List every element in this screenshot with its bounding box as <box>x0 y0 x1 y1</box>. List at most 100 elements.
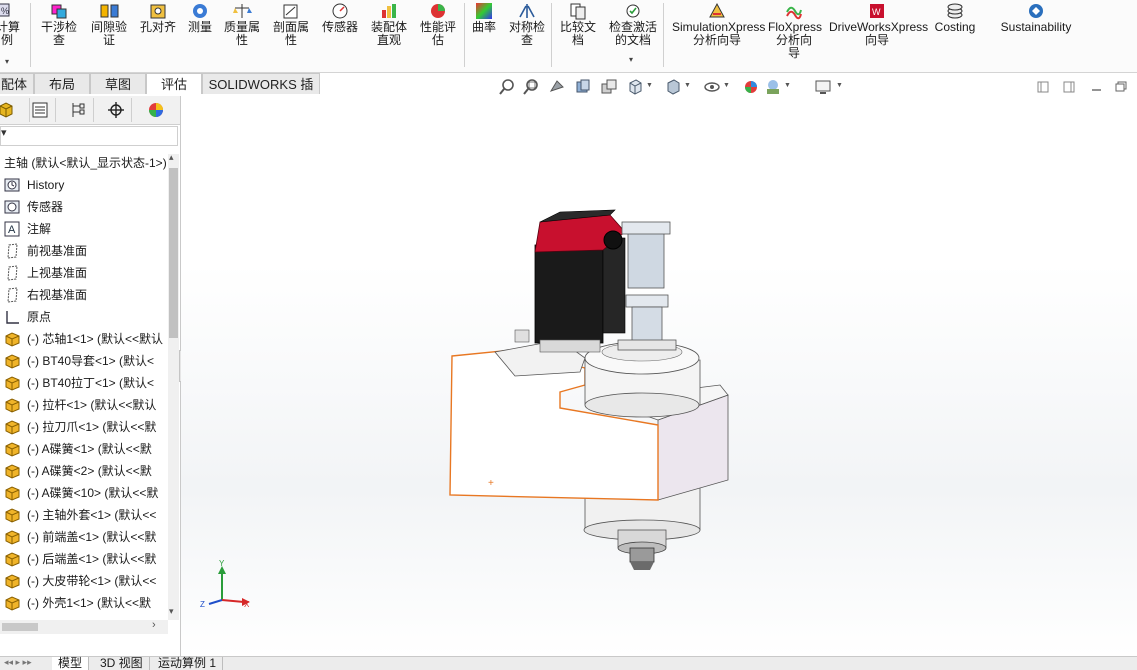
tree-item[interactable]: (-) 大皮带轮<1> (默认<< <box>0 570 168 592</box>
simulationxpress-button[interactable]: SimulationXpress 分析向导 <box>672 2 765 47</box>
scroll-up-icon[interactable]: ▴ <box>169 152 174 163</box>
tab-displaymanager[interactable] <box>140 98 170 122</box>
tree-item[interactable]: (-) A碟簧<2> (默认<<默 <box>0 460 168 482</box>
plane-icon <box>4 287 21 303</box>
performance-icon <box>428 2 448 20</box>
tree-item[interactable]: (-) 前端盖<1> (默认<<默 <box>0 526 168 548</box>
tree-root-assembly[interactable]: 主轴 (默认<默认_显示状态-1>) <box>0 152 168 174</box>
scroll-right-icon[interactable]: › <box>152 619 156 631</box>
tree-item[interactable]: 传感器 <box>0 196 168 218</box>
command-tab[interactable]: 草图 <box>90 73 146 94</box>
costing-button[interactable]: Costing <box>933 2 977 34</box>
section-properties-button[interactable]: 剖面属 性 <box>270 2 312 47</box>
tree-item[interactable]: (-) A碟簧<10> (默认<<默 <box>0 482 168 504</box>
tree-item[interactable]: A 注解 <box>0 218 168 240</box>
ribbon-separator <box>464 3 465 67</box>
interference-check-button[interactable]: 干涉检 查 <box>38 2 80 47</box>
bottom-tab[interactable]: 3D 视图 <box>94 657 150 670</box>
sustainability-button[interactable]: Sustainability <box>999 2 1073 34</box>
spindle-housing[interactable] <box>584 341 701 418</box>
zoom-to-fit-icon[interactable] <box>498 78 516 96</box>
symmetry-check-button[interactable]: 对称检 查 <box>505 2 549 47</box>
tab-scroll-arrows-icon[interactable]: ◂◂ ▸ ▸▸ <box>4 657 32 668</box>
collapse-panel-icon[interactable] <box>1034 78 1052 96</box>
part-icon <box>4 529 21 545</box>
tree-item[interactable]: (-) 后端盖<1> (默认<<默 <box>0 548 168 570</box>
tree-filter-input[interactable]: ▾ <box>0 126 178 146</box>
floxpress-button[interactable]: FloXpress 分析向 导 <box>768 2 822 60</box>
chevron-down-icon[interactable]: ▼ <box>723 82 730 89</box>
previous-view-icon[interactable] <box>548 78 566 96</box>
curvature-button[interactable]: 曲率 <box>468 2 500 34</box>
edit-appearance-icon[interactable] <box>742 78 760 96</box>
restore-window-icon[interactable] <box>1112 78 1130 96</box>
assembly-model-view[interactable]: + Y X Z <box>181 96 1137 656</box>
tree-item[interactable]: (-) 拉刀爪<1> (默认<<默 <box>0 416 168 438</box>
sensor-button[interactable]: 传感器 <box>319 2 361 34</box>
tree-item-label: (-) 后端盖<1> (默认<<默 <box>27 552 157 566</box>
view-orientation-icon[interactable] <box>626 78 644 96</box>
hole-alignment-button[interactable]: 孔对齐 <box>137 2 179 34</box>
scrollbar-thumb[interactable] <box>169 168 178 338</box>
tree-item[interactable]: (-) BT40导套<1> (默认< <box>0 350 168 372</box>
tree-item[interactable]: (-) BT40拉丁<1> (默认< <box>0 372 168 394</box>
tree-item[interactable]: (-) 拉杆<1> (默认<<默认 <box>0 394 168 416</box>
scroll-down-icon[interactable]: ▾ <box>169 606 174 617</box>
tree-vertical-scrollbar[interactable]: ▴ ▾ <box>168 152 179 620</box>
tree-horizontal-scrollbar[interactable]: › <box>0 619 168 634</box>
tree-item[interactable]: (-) 外壳1<1> (默认<<默 <box>0 592 168 614</box>
minimize-window-icon[interactable] <box>1088 78 1106 96</box>
expand-panel-icon[interactable] <box>1060 78 1078 96</box>
chevron-down-icon[interactable]: ▾ <box>5 57 9 66</box>
zoom-to-area-icon[interactable] <box>522 78 540 96</box>
tree-item[interactable]: (-) A碟簧<1> (默认<<默 <box>0 438 168 460</box>
chevron-down-icon[interactable]: ▼ <box>684 82 691 89</box>
clearance-verify-label: 间隙验 证 <box>90 20 127 47</box>
dynamic-annotation-icon[interactable] <box>600 78 618 96</box>
command-tab[interactable]: 配体 <box>0 73 34 94</box>
air-cylinder[interactable] <box>617 221 677 351</box>
symmetry-icon <box>517 2 537 20</box>
tab-configurationmanager[interactable] <box>64 98 94 122</box>
curvature-icon <box>474 2 494 20</box>
tab-dimxpertmanager[interactable] <box>102 98 132 122</box>
chevron-down-icon[interactable]: ▼ <box>784 82 791 89</box>
command-tab[interactable]: 评估 <box>146 73 202 94</box>
tree-item[interactable]: 前视基准面 <box>0 240 168 262</box>
check-active-document-button[interactable]: 检查激活 的文档 <box>606 2 660 47</box>
tree-item[interactable]: 上视基准面 <box>0 262 168 284</box>
chevron-down-icon[interactable]: ▾ <box>629 55 633 64</box>
hide-show-items-icon[interactable] <box>703 78 721 96</box>
tree-item[interactable]: (-) 芯轴1<1> (默认<<默认 <box>0 328 168 350</box>
view-settings-icon[interactable] <box>814 78 832 96</box>
apply-scene-icon[interactable] <box>764 78 782 96</box>
graphics-area[interactable]: + Y X Z <box>181 96 1137 656</box>
command-tab[interactable]: SOLIDWORKS 插件 <box>202 73 320 113</box>
compare-documents-button[interactable]: 比较文 档 <box>557 2 599 47</box>
chevron-down-icon[interactable]: ▼ <box>646 82 653 89</box>
tree-item-label: 原点 <box>27 310 52 324</box>
clearance-verify-button[interactable]: 间隙验 证 <box>88 2 130 47</box>
section-view-icon[interactable] <box>574 78 592 96</box>
tab-propertymanager[interactable] <box>26 98 56 122</box>
mass-properties-button[interactable]: 质量属 性 <box>221 2 263 47</box>
tree-item[interactable]: History <box>0 174 168 196</box>
calc-tool-button[interactable]: % 计算 例 <box>0 2 20 47</box>
scrollbar-thumb[interactable] <box>2 623 38 631</box>
tree-item[interactable]: 右视基准面 <box>0 284 168 306</box>
display-style-icon[interactable] <box>664 78 682 96</box>
servo-motor[interactable] <box>534 209 626 353</box>
tree-item[interactable]: 原点 <box>0 306 168 328</box>
measure-button[interactable]: 测量 <box>185 2 215 34</box>
assembly-visualization-button[interactable]: 装配体 直观 <box>368 2 410 47</box>
performance-evaluation-button[interactable]: 性能评 估 <box>417 2 459 47</box>
driveworksxpress-button[interactable]: W DriveWorksXpress 向导 <box>829 2 928 47</box>
command-tab[interactable]: 布局 <box>34 73 90 94</box>
bottom-tab[interactable]: 运动算例 1 <box>152 657 224 670</box>
part-icon <box>4 507 21 523</box>
tree-item[interactable]: (-) 主轴外套<1> (默认<< <box>0 504 168 526</box>
bottom-tab[interactable]: 模型 <box>52 657 90 670</box>
tree-item-label: (-) A碟簧<1> (默认<<默 <box>27 442 152 456</box>
chevron-down-icon[interactable]: ▼ <box>836 82 843 89</box>
measure-icon <box>190 2 210 20</box>
